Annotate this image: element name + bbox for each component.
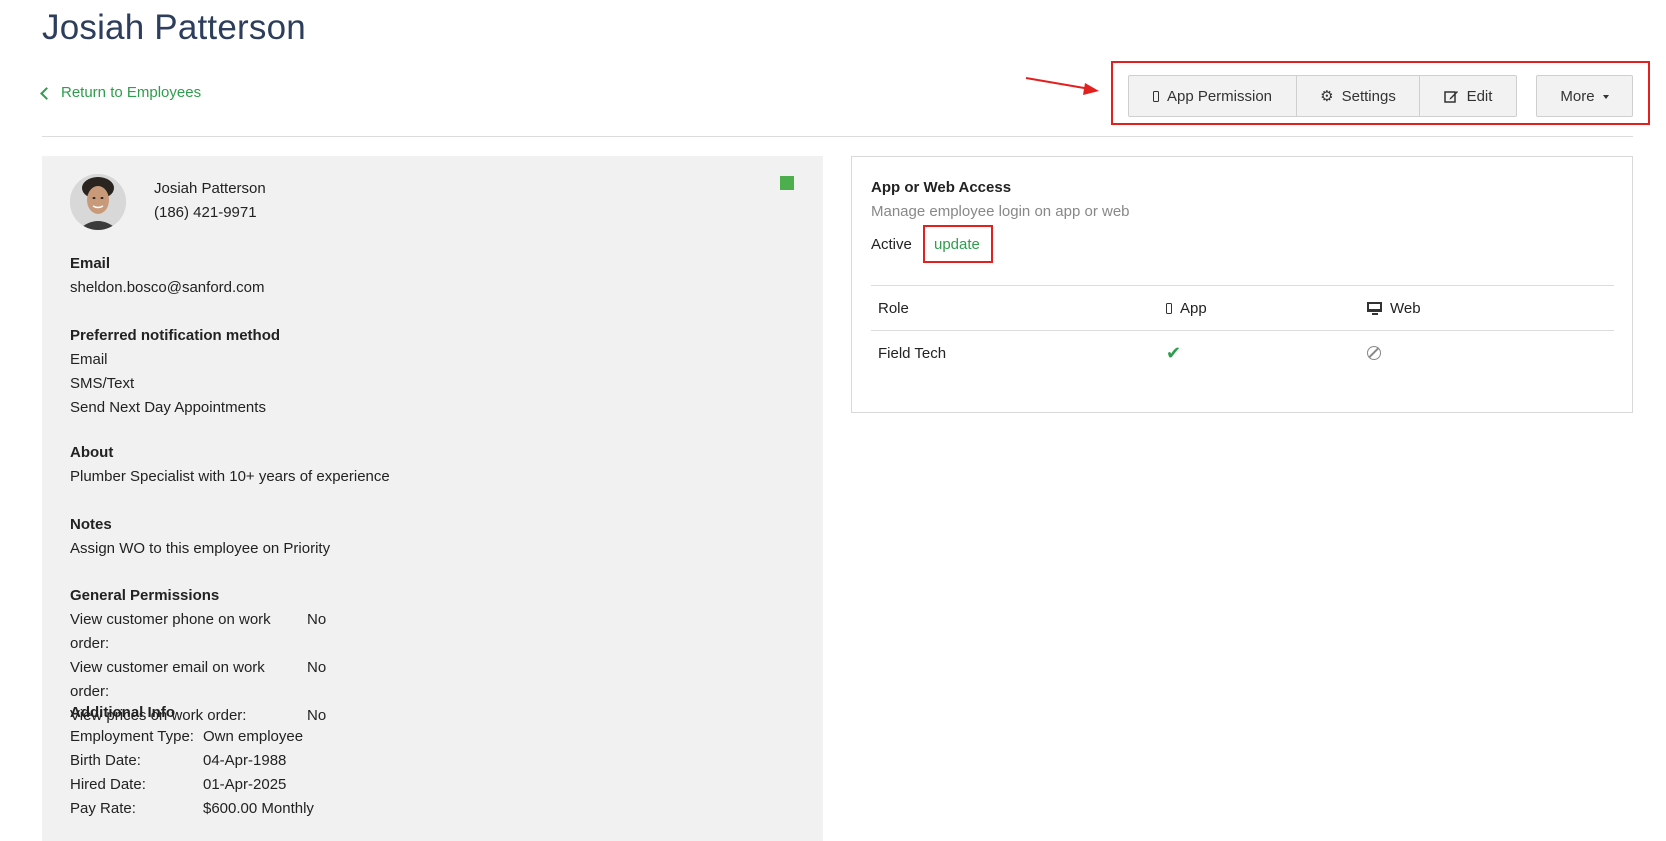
permission-label: View customer phone on work order: [70, 611, 271, 652]
email-section: Email sheldon.bosco@sanford.com [70, 252, 265, 300]
info-value: $600.00 Monthly [203, 800, 314, 817]
info-row: Birth Date: 04-Apr-1988 [70, 749, 314, 773]
update-link[interactable]: update [934, 236, 980, 253]
notes-value: Assign WO to this employee on Priority [70, 540, 331, 557]
access-table: Role App Web Field Tech ✔ [871, 285, 1614, 375]
about-heading: About [70, 444, 114, 461]
info-label: Pay Rate: [70, 800, 136, 817]
notification-item: SMS/Text [70, 375, 135, 392]
additional-heading: Additional Info [70, 704, 175, 721]
email-heading: Email [70, 255, 111, 272]
mobile-phone-icon [1152, 90, 1159, 102]
edit-label: Edit [1466, 87, 1493, 105]
info-label: Hired Date: [70, 776, 146, 793]
edit-icon [1443, 91, 1458, 103]
access-title: App or Web Access [871, 179, 1012, 196]
app-column-header: App [1166, 300, 1367, 317]
info-row: Hired Date: 01-Apr-2025 [70, 773, 314, 797]
permissions-heading: General Permissions [70, 587, 220, 604]
return-to-employees-link[interactable]: Return to Employees [40, 84, 202, 101]
employee-details-panel: Josiah Patterson (186) 421-9971 Email sh… [42, 156, 823, 841]
info-value: Own employee [203, 728, 304, 745]
gear-icon: ⚙ [1320, 87, 1334, 105]
notification-item: Email [70, 351, 108, 368]
ban-icon [1367, 346, 1381, 360]
role-column-header: Role [878, 299, 909, 317]
avatar [70, 174, 126, 230]
chevron-left-icon [40, 86, 53, 100]
web-access-cell [1367, 346, 1381, 360]
checkmark-icon: ✔ [1166, 342, 1182, 363]
permission-value: No [307, 659, 327, 676]
web-column-label: Web [1390, 299, 1421, 317]
permission-row: View customer email on work order: No [70, 656, 326, 704]
role-cell: Field Tech [878, 344, 947, 362]
notification-heading: Preferred notification method [70, 327, 281, 344]
employee-phone: (186) 421-9971 [154, 204, 257, 221]
app-permission-label: App Permission [1166, 87, 1273, 105]
back-link-label: Return to Employees [61, 84, 202, 101]
status-indicator [780, 176, 794, 190]
page-title: Josiah Patterson [42, 8, 306, 47]
header-divider [42, 136, 1633, 137]
info-label: Birth Date: [70, 752, 141, 769]
web-column-header: Web [1367, 300, 1421, 317]
app-web-access-panel: App or Web Access Manage employee login … [851, 156, 1633, 413]
info-value: 01-Apr-2025 [203, 776, 287, 793]
about-section: About Plumber Specialist with 10+ years … [70, 441, 390, 489]
info-row: Employment Type: Own employee [70, 725, 314, 749]
info-label: Employment Type: [70, 728, 194, 745]
settings-label: Settings [1341, 87, 1396, 105]
table-row: Field Tech ✔ [871, 330, 1614, 375]
arrow-to-toolbar [1025, 77, 1099, 95]
employee-name: Josiah Patterson [154, 180, 266, 197]
permission-value: No [307, 611, 327, 628]
settings-button[interactable]: ⚙ Settings [1296, 75, 1420, 117]
person-avatar-image [70, 174, 126, 230]
mobile-phone-icon [1166, 302, 1172, 314]
access-status: Active [871, 236, 912, 253]
access-subtitle: Manage employee login on app or web [871, 203, 1130, 220]
more-dropdown-button[interactable]: More [1536, 75, 1633, 117]
permission-row: View customer phone on work order: No [70, 608, 326, 656]
notes-heading: Notes [70, 516, 112, 533]
app-permission-button[interactable]: App Permission [1128, 75, 1297, 117]
notes-section: Notes Assign WO to this employee on Prio… [70, 513, 330, 561]
info-row: Pay Rate: $600.00 Monthly [70, 797, 314, 821]
edit-button[interactable]: Edit [1419, 75, 1517, 117]
additional-info-section: Additional Info Employment Type: Own emp… [70, 701, 314, 821]
app-column-label: App [1180, 299, 1207, 317]
toolbar-button-group: App Permission ⚙ Settings Edit [1128, 75, 1517, 117]
permission-label: View customer email on work order: [70, 659, 265, 700]
notification-item: Send Next Day Appointments [70, 399, 266, 416]
desktop-monitor-icon [1367, 301, 1382, 315]
info-value: 04-Apr-1988 [203, 752, 287, 769]
table-header-row: Role App Web [871, 285, 1614, 330]
email-value: sheldon.bosco@sanford.com [70, 279, 265, 296]
more-label: More [1560, 87, 1595, 105]
caret-down-icon [1602, 95, 1609, 99]
notification-section: Preferred notification method Email SMS/… [70, 324, 280, 420]
app-access-cell: ✔ [1166, 343, 1367, 364]
about-value: Plumber Specialist with 10+ years of exp… [70, 468, 390, 485]
